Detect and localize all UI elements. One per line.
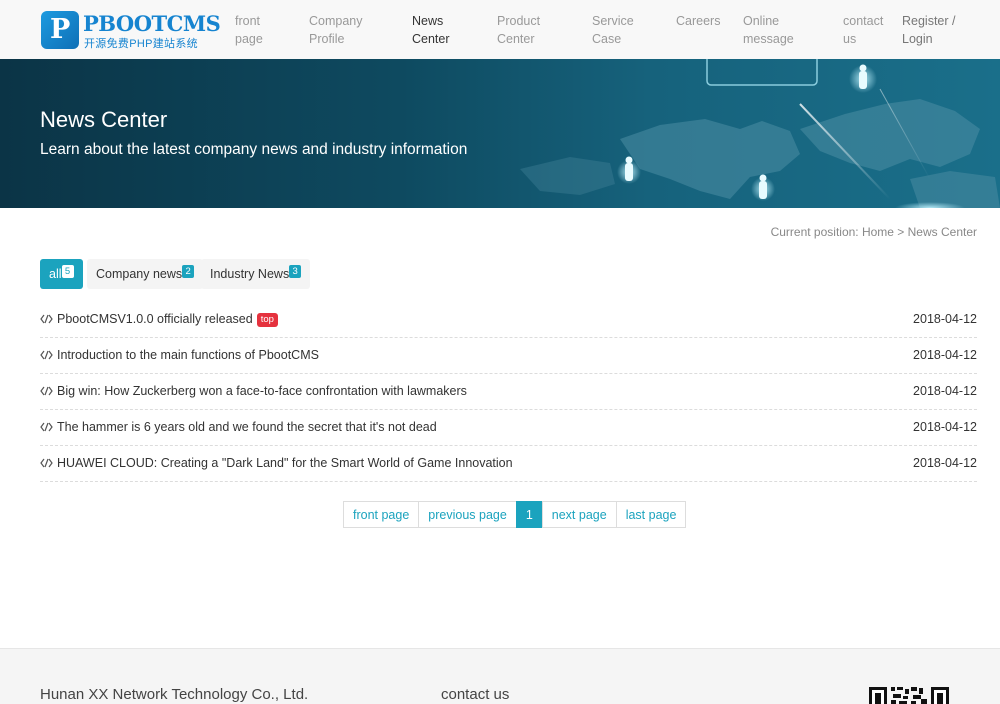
code-arrows-icon — [40, 458, 53, 468]
next-page-button[interactable]: next page — [541, 501, 617, 528]
tab-company-news[interactable]: Company news 2 — [87, 259, 204, 289]
logo-name: PBOOTCMS — [83, 11, 221, 36]
count-badge: 3 — [289, 265, 302, 278]
news-title-link[interactable]: Big win: How Zuckerberg won a face-to-fa… — [57, 384, 467, 398]
news-list-item[interactable]: HUAWEI CLOUD: Creating a "Dark Land" for… — [40, 446, 977, 482]
news-list-item[interactable]: Introduction to the main functions of Pb… — [40, 338, 977, 374]
code-arrows-icon — [40, 386, 53, 396]
nav-careers[interactable]: Careers — [676, 12, 720, 30]
news-date: 2018-04-12 — [913, 384, 977, 398]
news-title-link[interactable]: PbootCMSV1.0.0 officially released top — [57, 312, 278, 327]
top-tag: top — [256, 313, 278, 327]
last-page-button[interactable]: last page — [615, 501, 687, 528]
banner-subtitle: Learn about the latest company news and … — [40, 141, 468, 158]
news-date: 2018-04-12 — [913, 312, 977, 326]
nav-company-profile[interactable]: Company Profile — [309, 12, 363, 48]
news-title-link[interactable]: Introduction to the main functions of Pb… — [57, 348, 319, 362]
qr-code-icon — [869, 687, 949, 704]
pagination: front page previous page 1 next page las… — [343, 501, 687, 528]
count-badge: 5 — [61, 265, 74, 278]
logo-mark-icon: P — [41, 11, 79, 49]
code-arrows-icon — [40, 350, 53, 360]
news-date: 2018-04-12 — [913, 420, 977, 434]
world-map-illustration — [520, 59, 1000, 208]
site-logo[interactable]: P PBOOTCMS 开源免费PHP建站系统 — [41, 11, 221, 51]
news-list-item[interactable]: PbootCMSV1.0.0 officially released top 20… — [40, 302, 977, 338]
footer-contact-heading: contact us — [441, 686, 510, 703]
code-arrows-icon — [40, 314, 53, 324]
banner-title: News Center — [40, 107, 168, 132]
nav-online-message[interactable]: Online message — [743, 12, 794, 48]
breadcrumb: Current position: Home > News Center — [770, 225, 977, 239]
nav-product-center[interactable]: Product Center — [497, 12, 540, 48]
previous-page-button[interactable]: previous page — [418, 501, 517, 528]
news-date: 2018-04-12 — [913, 348, 977, 362]
site-header: P PBOOTCMS 开源免费PHP建站系统 front page Company… — [0, 0, 1000, 59]
count-badge: 2 — [182, 265, 195, 278]
first-page-button[interactable]: front page — [343, 501, 420, 528]
current-page-button[interactable]: 1 — [515, 501, 543, 528]
nav-service-case[interactable]: Service Case — [592, 12, 634, 48]
nav-front-page[interactable]: front page — [235, 12, 263, 48]
news-title-link[interactable]: HUAWEI CLOUD: Creating a "Dark Land" for… — [57, 456, 513, 470]
logo-tagline: 开源免费PHP建站系统 — [84, 38, 198, 50]
footer-company-name: Hunan XX Network Technology Co., Ltd. — [40, 686, 309, 703]
nav-contact-us[interactable]: contact us — [843, 12, 883, 48]
nav-news-center[interactable]: News Center — [412, 12, 450, 48]
register-login-link[interactable]: Register / Login — [902, 12, 962, 48]
news-title-link[interactable]: The hammer is 6 years old and we found t… — [57, 420, 437, 434]
tab-all[interactable]: all 5 — [40, 259, 83, 289]
page-banner: News Center Learn about the latest compa… — [0, 59, 1000, 208]
tab-industry-news[interactable]: Industry News 3 — [201, 259, 311, 289]
news-date: 2018-04-12 — [913, 456, 977, 470]
news-list-item[interactable]: Big win: How Zuckerberg won a face-to-fa… — [40, 374, 977, 410]
news-list-item[interactable]: The hammer is 6 years old and we found t… — [40, 410, 977, 446]
code-arrows-icon — [40, 422, 53, 432]
site-footer: Hunan XX Network Technology Co., Ltd. co… — [0, 648, 1000, 704]
